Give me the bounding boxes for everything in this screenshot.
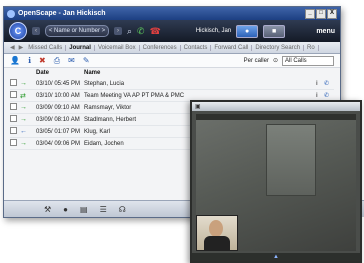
video-call-window[interactable]: ▣ ▲ (190, 100, 362, 263)
self-view-video[interactable] (196, 215, 238, 251)
call-date: 03/09/ 09:10 AM (36, 104, 80, 111)
filter-label: Per caller (243, 57, 269, 64)
call-filter-select[interactable]: All Calls (282, 55, 334, 66)
call-back-icon[interactable]: ✆ (324, 80, 334, 87)
title-bar[interactable]: OpenScape - Jan Hickisch _ □ X (4, 7, 340, 20)
filter-toggle-icon[interactable]: ⊙ (273, 57, 278, 64)
door (266, 124, 316, 196)
presence-status-icon[interactable]: ● (236, 24, 259, 38)
row-checkbox[interactable] (10, 103, 17, 110)
ceiling-beam (196, 114, 356, 120)
contact-info-icon[interactable]: ℹ (28, 56, 31, 65)
call-direction-icon: → (20, 140, 27, 147)
journal-actions: 👤 ℹ ✖ ⎙ ✉ ✎ Per caller ⊙ All Calls (4, 54, 340, 68)
participant-head (209, 220, 223, 237)
call-direction-icon: → (20, 104, 27, 111)
tools-icon[interactable]: ⚒ (44, 205, 51, 214)
table-row[interactable]: → 03/10/ 05:45 PM Stephan, Lucia i ✆ (10, 78, 334, 90)
video-controls[interactable]: ▲ (192, 253, 360, 261)
expand-controls-icon[interactable]: ▲ (273, 254, 279, 260)
tab-conferences[interactable]: Conferences (140, 44, 181, 51)
row-checkbox[interactable] (10, 115, 17, 122)
info-icon[interactable]: i (316, 81, 324, 87)
add-contact-icon[interactable]: 👤 (10, 56, 20, 65)
print-icon[interactable]: ⎙ (54, 56, 60, 66)
edit-icon[interactable]: ✎ (83, 56, 90, 65)
tab-voicemail-box[interactable]: Voicemail Box (95, 44, 140, 51)
participant-body (204, 236, 230, 250)
app-icon (7, 9, 15, 18)
user-name: Hickisch, Jan (195, 28, 232, 34)
headset-icon[interactable]: ☊ (119, 205, 126, 214)
device-icon[interactable]: ▤ (80, 205, 88, 214)
row-checkbox[interactable] (10, 91, 17, 98)
call-date: 03/10/ 10:00 AM (36, 92, 80, 99)
call-direction-icon: ← (20, 128, 27, 135)
tab-forward-call[interactable]: Forward Call (211, 44, 253, 51)
tab-ro[interactable]: Ro (304, 44, 319, 51)
window-controls: _ □ X (305, 8, 337, 19)
search-icon[interactable]: ⌕ (127, 26, 132, 37)
journal-filter: Per caller ⊙ All Calls (243, 55, 334, 66)
tab-scroll-left-icon[interactable]: ◀ (8, 44, 17, 51)
tab-missed-calls[interactable]: Missed Calls (25, 44, 67, 51)
call-direction-icon: ⇄ (20, 92, 26, 100)
tab-directory-search[interactable]: Directory Search (252, 44, 305, 51)
call-date: 03/10/ 05:45 PM (36, 80, 81, 87)
tab-journal[interactable]: Journal (66, 44, 95, 51)
maximize-button[interactable]: □ (316, 8, 326, 19)
tab-contacts[interactable]: Contacts (181, 44, 212, 51)
call-date: 03/05/ 01:07 PM (36, 128, 81, 135)
caller-name: Stephan, Lucia (84, 80, 125, 87)
device-status-icon[interactable]: ■ (263, 24, 286, 38)
back-arrow-icon[interactable]: ‹ (32, 27, 40, 35)
info-icon[interactable]: i (316, 93, 324, 99)
call-back-icon[interactable]: ✆ (324, 92, 334, 99)
dial-input[interactable]: < Name or Number > (45, 25, 109, 37)
forward-arrow-icon[interactable]: › (114, 27, 122, 35)
close-button[interactable]: X (327, 8, 337, 19)
call-date: 03/09/ 08:10 AM (36, 116, 80, 123)
call-icon[interactable]: ✆ (137, 26, 145, 37)
table-header: Date Name (10, 68, 334, 78)
row-checkbox[interactable] (10, 79, 17, 86)
delete-icon[interactable]: ✖ (39, 56, 46, 65)
tab-bar: ◀ ▶ Missed Calls Journal Voicemail Box C… (4, 42, 340, 54)
call-date: 03/04/ 09:06 PM (36, 140, 81, 147)
hangup-icon[interactable]: ☎ (150, 26, 161, 37)
attach-icon[interactable]: ✉ (68, 56, 75, 65)
record-icon[interactable]: ● (63, 205, 68, 214)
menu-button[interactable]: menu (316, 28, 335, 35)
list-icon[interactable]: ☰ (100, 205, 107, 214)
column-header-date[interactable]: Date (36, 70, 84, 76)
row-checkbox[interactable] (10, 127, 17, 134)
call-direction-icon: → (20, 116, 27, 123)
column-header-name[interactable]: Name (84, 70, 334, 76)
caller-name: Team Meeting VA AP PT PMA & PMC (84, 92, 185, 99)
main-toolbar: C ‹ < Name or Number > › ⌕ ✆ ☎ Hickisch,… (4, 20, 340, 42)
tab-scroll-right-icon[interactable]: ▶ (17, 44, 26, 51)
video-title-bar[interactable]: ▣ (192, 102, 360, 111)
window-title: OpenScape - Jan Hickisch (18, 10, 106, 17)
video-window-icon: ▣ (195, 104, 201, 110)
minimize-button[interactable]: _ (305, 8, 315, 19)
openscape-logo-icon[interactable]: C (9, 22, 27, 40)
row-checkbox[interactable] (10, 139, 17, 146)
call-direction-icon: → (20, 80, 27, 87)
